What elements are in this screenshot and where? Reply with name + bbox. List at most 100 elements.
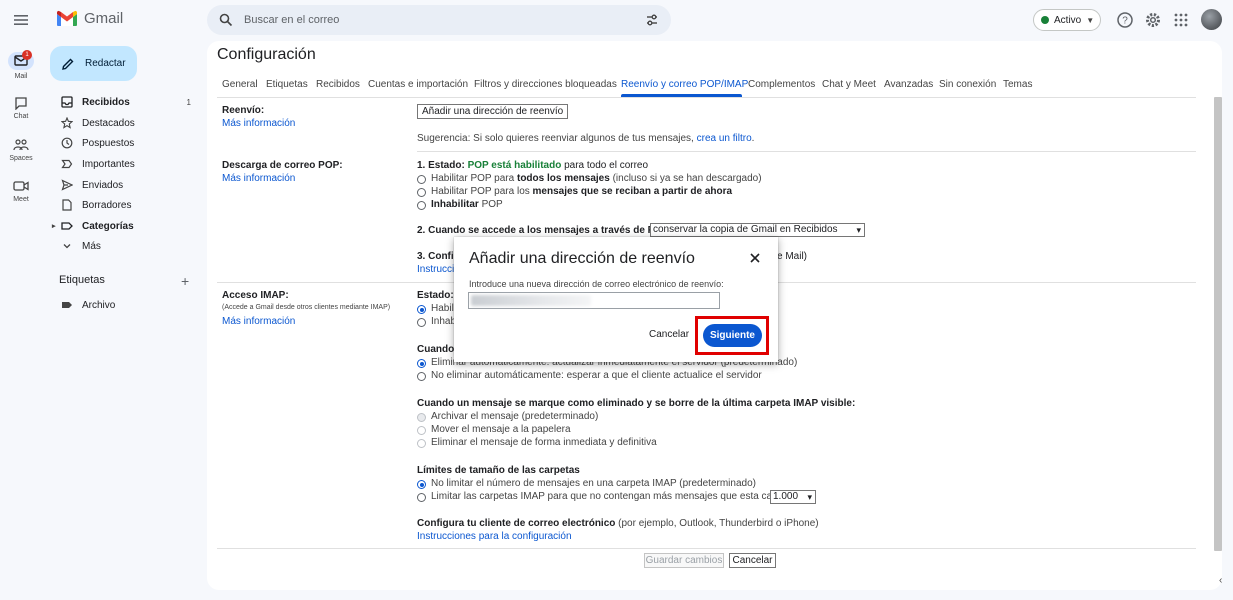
tab-filters[interactable]: Filtros y direcciones bloqueadas	[474, 79, 617, 90]
nav-item-important[interactable]: Importantes	[50, 154, 203, 174]
page-title: Configuración	[217, 46, 316, 63]
text: Habilitar POP para los	[431, 186, 530, 197]
nav-item-snoozed[interactable]: Pospuestos	[50, 133, 203, 153]
rail-mail[interactable]: Mail	[0, 52, 42, 80]
pop-status-prefix: 1. Estado:	[417, 160, 465, 171]
rail-chat[interactable]: Chat	[0, 96, 42, 120]
nav-item-sent[interactable]: Enviados	[50, 175, 203, 195]
pop-enable-all-radio[interactable]	[417, 175, 426, 184]
clock-icon	[61, 137, 73, 149]
imap-deleted-title: Cuando un mensaje se marque como elimina…	[417, 398, 856, 409]
text-bold: todos los mensajes	[516, 173, 610, 184]
redacted-email-value	[471, 295, 591, 306]
pop-enable-new-radio[interactable]	[417, 188, 426, 197]
apps-grid-icon[interactable]	[1172, 11, 1190, 29]
imap-archive-radio[interactable]	[417, 413, 426, 422]
divider	[217, 548, 1196, 549]
imap-sublabel: (Accede a Gmail desde otros clientes med…	[222, 304, 391, 311]
nav-item-inbox[interactable]: Recibidos 1	[50, 92, 203, 112]
cancel-changes-button[interactable]: Cancelar	[729, 553, 776, 568]
imap-expunge-off-radio[interactable]	[417, 372, 426, 381]
account-avatar[interactable]	[1201, 9, 1222, 30]
tab-forwarding-pop-imap[interactable]: Reenvío y correo POP/IMAP	[621, 79, 748, 90]
nav-item-more[interactable]: Más	[50, 236, 203, 256]
search-input[interactable]: Buscar en el correo	[244, 14, 339, 26]
forwarding-more-info-link[interactable]: Más información	[222, 118, 295, 129]
tab-labels[interactable]: Etiquetas	[266, 79, 308, 90]
imap-trash-radio[interactable]	[417, 426, 426, 435]
pop-step2-label: 2. Cuando se accede a los mensajes a tra…	[417, 225, 669, 236]
tab-advanced[interactable]: Avanzadas	[884, 79, 933, 90]
dialog-cancel-button[interactable]: Cancelar	[649, 329, 689, 340]
chat-icon	[15, 97, 27, 110]
imap-delete-forever-label: Eliminar el mensaje de forma inmediata y…	[431, 437, 657, 448]
settings-gear-icon[interactable]	[1144, 11, 1162, 29]
status-dropdown[interactable]: Activo ▼	[1033, 9, 1101, 31]
compose-button[interactable]: Redactar	[50, 46, 137, 81]
imap-limit-label: Limitar las carpetas IMAP para que no co…	[431, 491, 800, 502]
search-options-icon[interactable]	[645, 13, 659, 27]
tab-offline[interactable]: Sin conexión	[939, 79, 996, 90]
tab-general[interactable]: General	[222, 79, 258, 90]
expand-arrow-icon[interactable]: ▸	[52, 222, 56, 230]
add-forwarding-address-button[interactable]: Añadir una dirección de reenvío	[417, 104, 569, 119]
text: POP	[481, 199, 503, 210]
gmail-m-icon	[56, 10, 78, 26]
imap-enable-radio[interactable]	[417, 305, 426, 314]
add-label-icon[interactable]: +	[181, 274, 189, 288]
imap-disable-label: Inhab	[431, 316, 457, 327]
main-menu-button[interactable]	[10, 9, 32, 31]
pop-status-value: POP está habilitado	[467, 160, 562, 171]
nav-item-starred[interactable]: Destacados	[50, 113, 203, 133]
imap-config-instructions-link[interactable]: Instrucciones para la configuración	[417, 531, 572, 542]
save-changes-button[interactable]: Guardar cambios	[644, 553, 724, 568]
tab-themes[interactable]: Temas	[1003, 79, 1032, 90]
rail-meet[interactable]: Meet	[0, 179, 42, 203]
imap-no-limit-label: No limitar el número de mensajes en una …	[431, 478, 756, 489]
tab-addons[interactable]: Complementos	[748, 79, 815, 90]
mail-unread-badge: 1	[22, 50, 32, 60]
imap-when-label: Cuando	[417, 344, 455, 355]
nav-item-drafts[interactable]: Borradores	[50, 195, 203, 215]
label-item-archivo[interactable]: Archivo	[50, 295, 203, 315]
imap-archive-label: Archivar el mensaje (predeterminado)	[431, 411, 599, 422]
imap-limit-select[interactable]: 1.000	[770, 490, 816, 504]
imap-expunge-on-radio[interactable]	[417, 359, 426, 368]
tip-suffix: .	[751, 133, 755, 144]
pop-more-info-link[interactable]: Más información	[222, 173, 295, 184]
pop-action-select[interactable]: conservar la copia de Gmail en Recibidos	[650, 223, 865, 237]
nav-item-label: Categorías	[82, 220, 134, 232]
create-filter-link[interactable]: crea un filtro	[697, 133, 752, 144]
imap-disable-radio[interactable]	[417, 318, 426, 327]
forwarding-label: Reenvío:	[222, 105, 265, 116]
dialog-input-label: Introduce una nueva dirección de correo …	[469, 279, 724, 289]
imap-no-limit-radio[interactable]	[417, 480, 426, 489]
send-icon	[61, 179, 73, 191]
nav-item-categories[interactable]: ▸ Categorías	[50, 216, 203, 236]
app-name: Gmail	[84, 10, 124, 27]
draft-icon	[62, 199, 72, 211]
imap-more-info-link[interactable]: Más información	[222, 316, 295, 327]
rail-spaces[interactable]: Spaces	[0, 138, 42, 162]
imap-status-label: Estado:	[417, 290, 454, 301]
search-icon[interactable]	[219, 13, 233, 27]
side-panel-toggle-icon[interactable]: ‹	[1219, 575, 1222, 586]
search-bar[interactable]: Buscar en el correo	[207, 5, 671, 35]
nav-item-label: Más	[82, 240, 101, 252]
help-icon[interactable]: ?	[1116, 11, 1134, 29]
pop-disable-radio[interactable]	[417, 201, 426, 210]
scrollbar[interactable]	[1214, 97, 1222, 551]
close-icon[interactable]	[748, 251, 762, 265]
label-item-text: Archivo	[82, 299, 116, 311]
imap-delete-forever-radio[interactable]	[417, 439, 426, 448]
tab-inbox[interactable]: Recibidos	[316, 79, 360, 90]
inbox-icon	[61, 96, 73, 108]
hamburger-icon	[14, 15, 28, 25]
tab-chat-meet[interactable]: Chat y Meet	[822, 79, 876, 90]
tab-accounts[interactable]: Cuentas e importación	[368, 79, 468, 90]
highlight-box	[695, 316, 769, 355]
gmail-logo[interactable]: Gmail	[56, 10, 123, 27]
forwarding-email-input[interactable]	[468, 292, 720, 309]
imap-limit-radio[interactable]	[417, 493, 426, 502]
text-bold: Inhabilitar	[431, 199, 479, 210]
